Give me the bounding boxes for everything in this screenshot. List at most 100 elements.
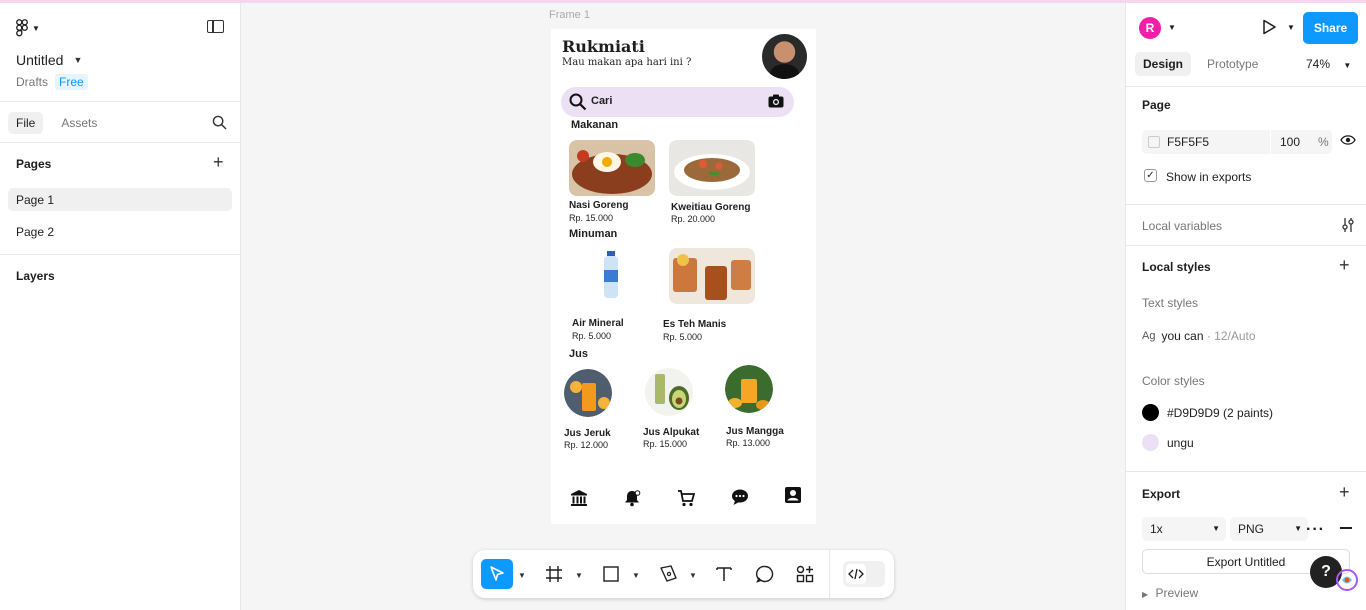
variables-icon[interactable]: [1341, 217, 1355, 233]
remove-export-icon[interactable]: [1340, 527, 1352, 529]
profile-photo: [762, 34, 807, 79]
divider: [1126, 204, 1366, 205]
export-format-select[interactable]: PNG ▼: [1230, 517, 1308, 541]
pen-tool[interactable]: [655, 559, 681, 589]
dev-mode-toggle[interactable]: [843, 561, 885, 587]
chevron-down-icon[interactable]: ▼: [689, 571, 697, 580]
page-opacity[interactable]: 100: [1280, 135, 1300, 149]
design-tabs: Design Prototype: [1135, 52, 1266, 76]
item-name: Es Teh Manis: [663, 319, 727, 330]
plan-badge[interactable]: Free: [55, 74, 88, 90]
frame-icon: [546, 566, 562, 582]
show-in-exports-checkbox[interactable]: ✓: [1144, 169, 1157, 182]
export-scale-value: 1x: [1150, 522, 1163, 536]
text-style-meta: · 12/Auto: [1206, 329, 1256, 343]
left-panel: ▼ Untitled ▼ Drafts Free File Assets Pag…: [0, 3, 241, 610]
page-item-page-2[interactable]: Page 2: [8, 220, 232, 243]
more-options-icon[interactable]: ···: [1306, 521, 1325, 539]
chat-icon: [732, 489, 748, 505]
chevron-down-icon: ▼: [1343, 61, 1352, 70]
chevron-down-icon[interactable]: ▼: [575, 571, 583, 580]
jus-jeruk-image: [564, 369, 612, 417]
jus-mangga-image: [725, 365, 773, 413]
play-icon[interactable]: [1261, 19, 1277, 35]
zoom-value: 74%: [1306, 57, 1331, 71]
export-preview-toggle[interactable]: ▶ Preview: [1142, 586, 1198, 600]
item-name: Kweitiau Goreng: [671, 202, 751, 213]
move-tool[interactable]: [481, 559, 513, 589]
export-scale-select[interactable]: 1x ▼: [1142, 517, 1226, 541]
chevron-down-icon: ▼: [1294, 524, 1302, 533]
frame-tool[interactable]: [541, 559, 567, 589]
actions-tool[interactable]: [792, 559, 818, 589]
pen-icon: [660, 565, 677, 582]
chevron-down-icon[interactable]: ▼: [1168, 23, 1176, 32]
sidebar-toggle-icon[interactable]: [207, 20, 224, 33]
chevron-down-icon[interactable]: ▼: [632, 571, 640, 580]
local-variables-label[interactable]: Local variables: [1142, 219, 1222, 233]
chevron-down-icon: ▼: [1212, 524, 1220, 533]
ai-assistant-icon[interactable]: [1336, 569, 1358, 591]
item-price: Rp. 5.000: [663, 332, 703, 342]
item-name: Jus Alpukat: [643, 427, 700, 438]
divider: [0, 254, 240, 255]
divider: [1126, 245, 1366, 246]
chevron-down-icon: ▼: [32, 23, 40, 33]
color-style-swatch: [1142, 434, 1159, 451]
page-color-field[interactable]: F5F5F5 100 %: [1142, 130, 1332, 154]
comment-tool[interactable]: [752, 559, 778, 589]
chevron-down-icon: ▼: [73, 55, 83, 65]
tab-assets[interactable]: Assets: [53, 112, 105, 134]
eye-icon[interactable]: [1340, 134, 1356, 146]
app-search-bar[interactable]: Cari: [561, 87, 794, 117]
air-mineral-image: [604, 251, 618, 298]
figma-logo-icon: [16, 19, 28, 37]
item-price: Rp. 5.000: [572, 331, 612, 341]
item-name: Air Mineral: [572, 318, 624, 329]
color-styles-label: Color styles: [1142, 374, 1205, 388]
item-name: Nasi Goreng: [569, 200, 629, 211]
text-tool[interactable]: [711, 559, 737, 589]
chevron-down-icon[interactable]: ▼: [518, 571, 526, 580]
frame-1[interactable]: Rukmiati Mau makan apa hari ini ? Cari M…: [551, 29, 816, 524]
zoom-level[interactable]: 74% ▼: [1306, 57, 1351, 71]
search-placeholder: Cari: [591, 95, 613, 107]
divider: [0, 142, 240, 143]
nasi-goreng-image: [569, 140, 655, 196]
tab-design[interactable]: Design: [1135, 52, 1192, 76]
tab-prototype[interactable]: Prototype: [1199, 52, 1266, 76]
rectangle-tool[interactable]: [598, 559, 624, 589]
page-color-hex[interactable]: F5F5F5: [1167, 135, 1209, 149]
share-button[interactable]: Share: [1303, 12, 1358, 44]
page-item-page-1[interactable]: Page 1: [8, 188, 232, 211]
color-style-item[interactable]: ungu: [1142, 434, 1194, 451]
drafts-label[interactable]: Drafts: [16, 75, 48, 89]
frame-label[interactable]: Frame 1: [549, 9, 590, 21]
text-style-item[interactable]: Ag you can · 12/Auto: [1142, 329, 1256, 343]
main-menu[interactable]: ▼: [16, 19, 40, 37]
kweitiau-goreng-image: [669, 140, 755, 196]
search-icon[interactable]: [212, 115, 227, 130]
color-swatch[interactable]: [1148, 136, 1160, 148]
chevron-down-icon[interactable]: ▼: [1287, 23, 1295, 32]
item-price: Rp. 12.000: [564, 440, 609, 450]
text-styles-label: Text styles: [1142, 296, 1199, 310]
color-style-item[interactable]: #D9D9D9 (2 paints): [1142, 404, 1273, 421]
user-avatar[interactable]: R: [1139, 17, 1161, 39]
export-format-value: PNG: [1238, 522, 1265, 536]
add-page-icon[interactable]: +: [213, 153, 224, 171]
left-tabs: File Assets: [8, 112, 105, 134]
tab-file[interactable]: File: [8, 112, 44, 134]
rectangle-icon: [603, 566, 619, 582]
search-icon: [569, 93, 587, 111]
layers-heading: Layers: [16, 269, 55, 283]
cursor-icon: [490, 566, 504, 581]
file-title[interactable]: Untitled ▼: [16, 52, 82, 68]
color-style-swatch: [1142, 404, 1159, 421]
add-export-icon[interactable]: +: [1339, 483, 1350, 501]
percent-label: %: [1318, 135, 1329, 149]
jus-alpukat-image: [645, 368, 693, 416]
profile-icon: [785, 487, 801, 503]
divider: [0, 101, 240, 102]
add-style-icon[interactable]: +: [1339, 256, 1350, 274]
